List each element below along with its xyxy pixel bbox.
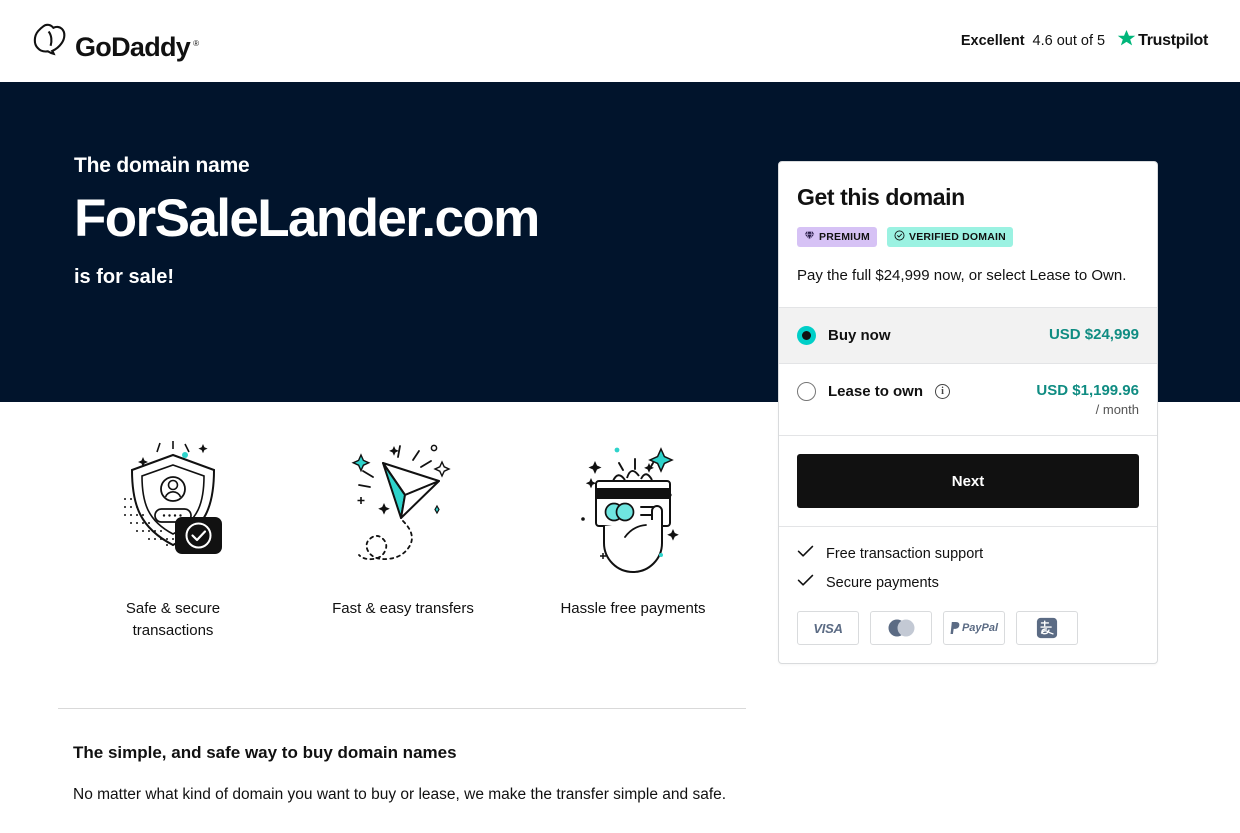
badge-premium-label: PREMIUM <box>819 231 870 243</box>
check-icon <box>797 545 814 563</box>
visa-icon: VISA <box>797 611 859 646</box>
logo-trademark: ® <box>193 38 200 48</box>
radio-buy-now[interactable] <box>797 326 816 346</box>
perk-label: Secure payments <box>826 575 939 592</box>
option-buy-now[interactable]: Buy now USD $24,999 <box>779 307 1157 364</box>
perk-free-transaction-support: Free transaction support <box>797 545 1139 563</box>
alipay-icon <box>1016 611 1078 646</box>
card-title: Get this domain <box>797 184 965 210</box>
perk-label: Free transaction support <box>826 546 984 563</box>
option-lease-to-own-period: / month <box>1095 402 1139 418</box>
badge-verified-domain: VERIFIED DOMAIN <box>886 227 1013 247</box>
paypal-icon: PayPal <box>943 611 1005 646</box>
domain-name-title: ForSaleLander.com <box>74 189 540 248</box>
logo-wordmark: GoDaddy <box>75 31 191 62</box>
godaddy-heart-logo-icon <box>30 22 68 61</box>
shield-lock-illustration-icon <box>113 430 233 580</box>
perk-secure-payments: Secure payments <box>797 574 1139 592</box>
feature-fast-transfers: Fast & easy transfers <box>288 430 518 642</box>
trust-rating-word: Excellent <box>960 33 1025 49</box>
hand-credit-card-illustration-icon <box>573 430 693 580</box>
trustpilot-brand: Trustpilot <box>1117 29 1208 53</box>
card-header: Get this domain PREMIUM VERIFIED DOMAIN … <box>779 162 1157 307</box>
bottom-info-section: The simple, and safe way to buy domain n… <box>73 743 733 807</box>
features-row: Safe & secure transactions Fast & easy t… <box>58 430 748 642</box>
section-divider <box>58 708 746 709</box>
cta-section: Next <box>779 435 1157 526</box>
feature-hassle-free-payments: Hassle free payments <box>518 430 748 642</box>
diamond-icon <box>804 230 815 244</box>
feature-caption: Hassle free payments <box>560 600 706 617</box>
hero-posttext: is for sale! <box>74 265 175 288</box>
info-icon[interactable]: i <box>935 384 951 400</box>
paper-plane-illustration-icon <box>343 430 463 580</box>
hero-pretext: The domain name <box>74 154 250 177</box>
card-description: Pay the full $24,999 now, or select Leas… <box>797 267 1127 284</box>
mastercard-icon <box>870 611 932 646</box>
badges-row: PREMIUM VERIFIED DOMAIN <box>797 227 1139 247</box>
trustpilot-name: Trustpilot <box>1138 32 1208 49</box>
purchase-card: Get this domain PREMIUM VERIFIED DOMAIN … <box>778 161 1158 665</box>
godaddy-logo[interactable]: GoDaddy ® <box>30 22 199 61</box>
payment-methods-row: VISA PayPal <box>797 611 1139 646</box>
option-buy-now-price: USD $24,999 <box>1048 326 1139 344</box>
next-button[interactable]: Next <box>797 454 1139 509</box>
site-header: GoDaddy ® Excellent 4.6 out of 5 Trustpi… <box>0 0 1240 82</box>
badge-premium: PREMIUM <box>797 227 877 247</box>
domain-sale-page: GoDaddy ® Excellent 4.6 out of 5 Trustpi… <box>0 0 1240 833</box>
check-icon <box>797 574 814 592</box>
feature-caption: Safe & secure transactions <box>125 600 221 639</box>
card-footer: Free transaction support Secure payments… <box>779 526 1157 663</box>
check-circle-icon <box>894 230 905 244</box>
option-lease-to-own-label: Lease to own <box>828 383 924 401</box>
trust-score: 4.6 out of 5 <box>1032 33 1106 49</box>
radio-lease-to-own[interactable] <box>797 382 816 402</box>
bottom-title: The simple, and safe way to buy domain n… <box>73 743 457 762</box>
feature-caption: Fast & easy transfers <box>332 600 474 617</box>
option-buy-now-label: Buy now <box>828 327 891 345</box>
trustpilot-rating[interactable]: Excellent 4.6 out of 5 Trustpilot <box>961 29 1208 53</box>
option-lease-to-own[interactable]: Lease to own i USD $1,199.96 / month <box>779 363 1157 435</box>
bottom-body: No matter what kind of domain you want t… <box>73 786 727 803</box>
badge-verified-label: VERIFIED DOMAIN <box>908 231 1006 243</box>
feature-safe-secure: Safe & secure transactions <box>58 430 288 642</box>
trustpilot-star-icon <box>1117 29 1136 53</box>
option-lease-to-own-price: USD $1,199.96 <box>1036 382 1139 400</box>
